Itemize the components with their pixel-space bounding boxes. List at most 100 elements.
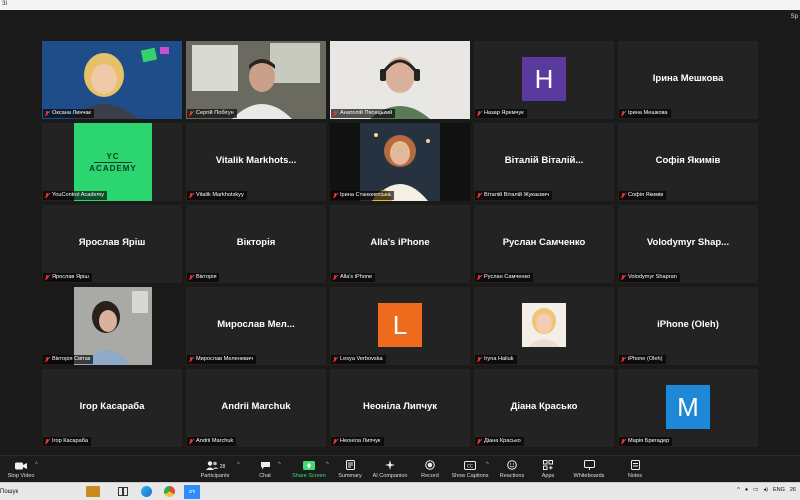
participant-tile[interactable]: Софія Якимів Софія Якимів	[618, 123, 758, 201]
participant-name-label: Віталій Віталій Жукаєвич	[475, 191, 552, 200]
summary-label: Summary	[338, 473, 362, 479]
share-screen-button[interactable]: Share Screen	[290, 458, 328, 482]
participant-name: Сергій Побігун	[196, 110, 234, 116]
whiteboards-button[interactable]: Whiteboards	[571, 458, 607, 482]
apps-button[interactable]: Apps	[537, 458, 559, 482]
participant-name: Alla's iPhone	[340, 274, 373, 280]
participant-name: Ірина Станкевтська	[340, 192, 391, 198]
briefcase-icon[interactable]	[86, 486, 100, 497]
participant-display-name: Ярослав Яріш	[78, 237, 146, 248]
muted-mic-icon	[332, 110, 338, 117]
notes-button[interactable]: Notes	[624, 458, 646, 482]
participant-name-label: Alla's iPhone	[331, 273, 376, 282]
chat-label: Chat	[259, 473, 271, 479]
stop-video-label: Stop Video	[7, 473, 35, 479]
participant-name-label: Сергій Побігун	[187, 109, 237, 118]
participant-tile[interactable]: Діана Красько Діана Красько	[474, 369, 614, 447]
captions-caret[interactable]: ^	[486, 462, 489, 468]
speaker-icon[interactable]: ◂)	[763, 487, 768, 493]
chat-button[interactable]: Chat	[252, 458, 278, 482]
chat-caret[interactable]: ^	[278, 462, 281, 468]
sparkle-icon	[385, 458, 395, 470]
participant-tile[interactable]: Ірина Станкевтська	[330, 123, 470, 201]
yc-academy-logo: YC ACADEMY	[74, 123, 152, 201]
participants-count: 28	[219, 464, 226, 470]
participant-tile[interactable]: Volodymyr Shap... Volodymyr Shapran	[618, 205, 758, 283]
participant-tile[interactable]: Сергій Побігун	[186, 41, 326, 119]
participant-name: iPhone (Oleh)	[628, 356, 663, 362]
participant-name: Назар Яремчук	[484, 110, 524, 116]
clock[interactable]: 26	[790, 487, 796, 493]
participant-tile[interactable]: Анатолій Пясецький	[330, 41, 470, 119]
windows-taskbar: Пошук zm ^ ● ▭ ◂) ENG 26	[0, 482, 800, 500]
chevron-up-icon[interactable]: ^	[737, 487, 740, 493]
language-indicator[interactable]: ENG	[773, 487, 785, 493]
stop-video-button[interactable]: Stop Video	[4, 458, 38, 482]
record-button[interactable]: Record	[418, 458, 442, 482]
participant-tile[interactable]: Вікторія Вікторія	[186, 205, 326, 283]
participants-button[interactable]: 28 Participants	[198, 458, 232, 482]
participant-name: Вікторія	[196, 274, 217, 280]
participant-tile[interactable]: Оксана Линчак	[42, 41, 182, 119]
muted-mic-icon	[44, 438, 50, 445]
zoom-app-icon[interactable]: zm	[184, 485, 200, 499]
edge-browser-icon[interactable]	[141, 486, 152, 497]
video-options-caret[interactable]: ^	[35, 462, 38, 468]
taskbar-search-text: Пошук	[0, 489, 19, 495]
ai-companion-button[interactable]: AI Companion	[370, 458, 410, 482]
muted-mic-icon	[620, 110, 626, 117]
participant-tile[interactable]: Ярослав Яріш Ярослав Яріш	[42, 205, 182, 283]
participant-tile[interactable]: Вікторія Світак	[42, 287, 182, 365]
participant-tile[interactable]: H Назар Яремчук	[474, 41, 614, 119]
participant-tile[interactable]: Руслан Самченко Руслан Самченко	[474, 205, 614, 283]
summary-button[interactable]: Summary	[336, 458, 364, 482]
show-captions-button[interactable]: CC Show Captions	[450, 458, 490, 482]
participants-icon: 28	[205, 458, 226, 470]
participants-caret[interactable]: ^	[237, 462, 240, 468]
whiteboard-icon	[583, 458, 595, 470]
taskbar-search[interactable]: Пошук	[0, 485, 72, 499]
participant-name-label: Lesya Verbovska	[331, 355, 386, 364]
participant-name-label: Руслан Самченко	[475, 273, 534, 282]
participant-tile[interactable]: Віталій Віталій... Віталій Віталій Жукаєв…	[474, 123, 614, 201]
participant-name: Мирослав Меленевич	[196, 356, 253, 362]
muted-mic-icon	[332, 192, 338, 199]
logo-text: ACADEMY	[89, 163, 137, 173]
participant-tile[interactable]: Andrii Marchuk Andrii Marchuk	[186, 369, 326, 447]
participant-tile[interactable]: L Lesya Verbovska	[330, 287, 470, 365]
participant-initial-avatar: L	[378, 303, 422, 347]
participant-tile[interactable]: Неоніла Липчук Неоніла Липчук	[330, 369, 470, 447]
participant-name-label: Iryna Haliuk	[475, 355, 517, 364]
muted-mic-icon	[476, 438, 482, 445]
participant-tile[interactable]: Ірина Мешкова Ірина Мешкова	[618, 41, 758, 119]
participant-tile[interactable]: Iryna Haliuk	[474, 287, 614, 365]
participant-name-label: Оксана Линчак	[43, 109, 94, 118]
record-label: Record	[421, 473, 439, 479]
network-icon[interactable]: ▭	[753, 487, 758, 493]
participant-tile[interactable]: Vitalik Markhots... Vitalik Markhotskyy	[186, 123, 326, 201]
task-view-icon[interactable]	[118, 487, 128, 498]
reactions-button[interactable]: Reactions	[497, 458, 527, 482]
participant-tile[interactable]: M Марія Бригадер	[618, 369, 758, 447]
muted-mic-icon	[476, 110, 482, 117]
participant-tile[interactable]: YC ACADEMY YouControl Academy	[42, 123, 182, 201]
share-caret[interactable]: ^	[326, 462, 329, 468]
participant-tile[interactable]: Alla's iPhone Alla's iPhone	[330, 205, 470, 283]
video-camera-icon	[15, 458, 27, 470]
chat-icon	[260, 458, 271, 470]
participant-display-name: Руслан Самченко	[502, 237, 586, 248]
muted-mic-icon	[188, 110, 194, 117]
participant-tile[interactable]: Мирослав Мел... Мирослав Меленевич	[186, 287, 326, 365]
participant-name-label: Ярослав Яріш	[43, 273, 92, 282]
muted-mic-icon	[620, 356, 626, 363]
chrome-browser-icon[interactable]	[164, 486, 175, 497]
participant-tile[interactable]: Ігор Касараба Ігор Касараба	[42, 369, 182, 447]
participant-name: Вікторія Світак	[52, 356, 91, 362]
muted-mic-icon	[44, 192, 50, 199]
participant-tile[interactable]: iPhone (Oleh) iPhone (Oleh)	[618, 287, 758, 365]
microphone-icon[interactable]: ●	[745, 487, 748, 493]
participant-video	[330, 41, 470, 119]
reactions-label: Reactions	[499, 473, 525, 479]
participant-name: Руслан Самченко	[484, 274, 531, 280]
participant-display-name: Ірина Мешкова	[652, 73, 724, 84]
